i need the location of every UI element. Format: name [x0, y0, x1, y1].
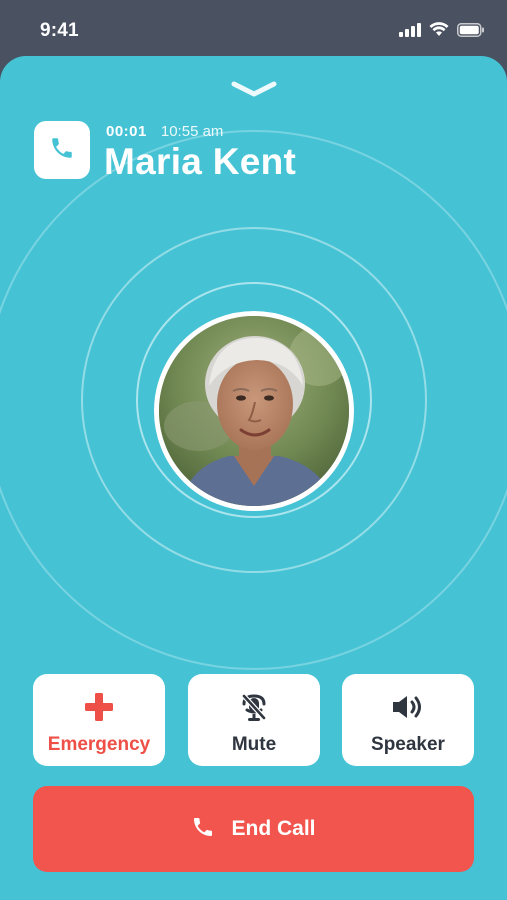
speaker-label: Speaker: [371, 734, 445, 755]
call-meta: 00:01 10:55 am: [106, 123, 223, 140]
speaker-button[interactable]: Speaker: [342, 674, 474, 766]
status-icons: [399, 22, 485, 37]
end-call-label: End Call: [231, 817, 316, 840]
phone-icon: [49, 135, 75, 165]
emergency-label: Emergency: [47, 734, 151, 755]
caller-header: 00:01 10:55 am Maria Kent: [34, 121, 474, 182]
status-time: 9:41: [40, 20, 79, 41]
mute-button[interactable]: Mute: [188, 674, 320, 766]
cellular-signal-icon: [399, 22, 421, 37]
phone-hangup-icon: [191, 815, 215, 843]
call-start-time: 10:55 am: [160, 123, 224, 140]
call-duration: 00:01: [106, 123, 147, 140]
medical-cross-icon: [85, 692, 113, 722]
mute-label: Mute: [231, 734, 277, 755]
emergency-button[interactable]: Emergency: [33, 674, 165, 766]
chevron-down-icon: [229, 81, 279, 104]
call-screen: 00:01 10:55 am Maria Kent Emergency Mute…: [0, 56, 507, 900]
caller-name: Maria Kent: [104, 141, 297, 182]
end-call-button[interactable]: End Call: [33, 786, 474, 872]
call-actions: Emergency Mute Speaker: [33, 674, 474, 766]
speaker-icon: [391, 692, 425, 722]
caller-avatar: [154, 311, 354, 511]
collapse-button[interactable]: [229, 78, 279, 100]
wifi-icon: [429, 22, 449, 37]
call-type-badge: [34, 121, 90, 179]
microphone-mute-icon: [240, 692, 268, 722]
status-bar: 9:41: [0, 0, 507, 56]
battery-icon: [457, 22, 485, 37]
